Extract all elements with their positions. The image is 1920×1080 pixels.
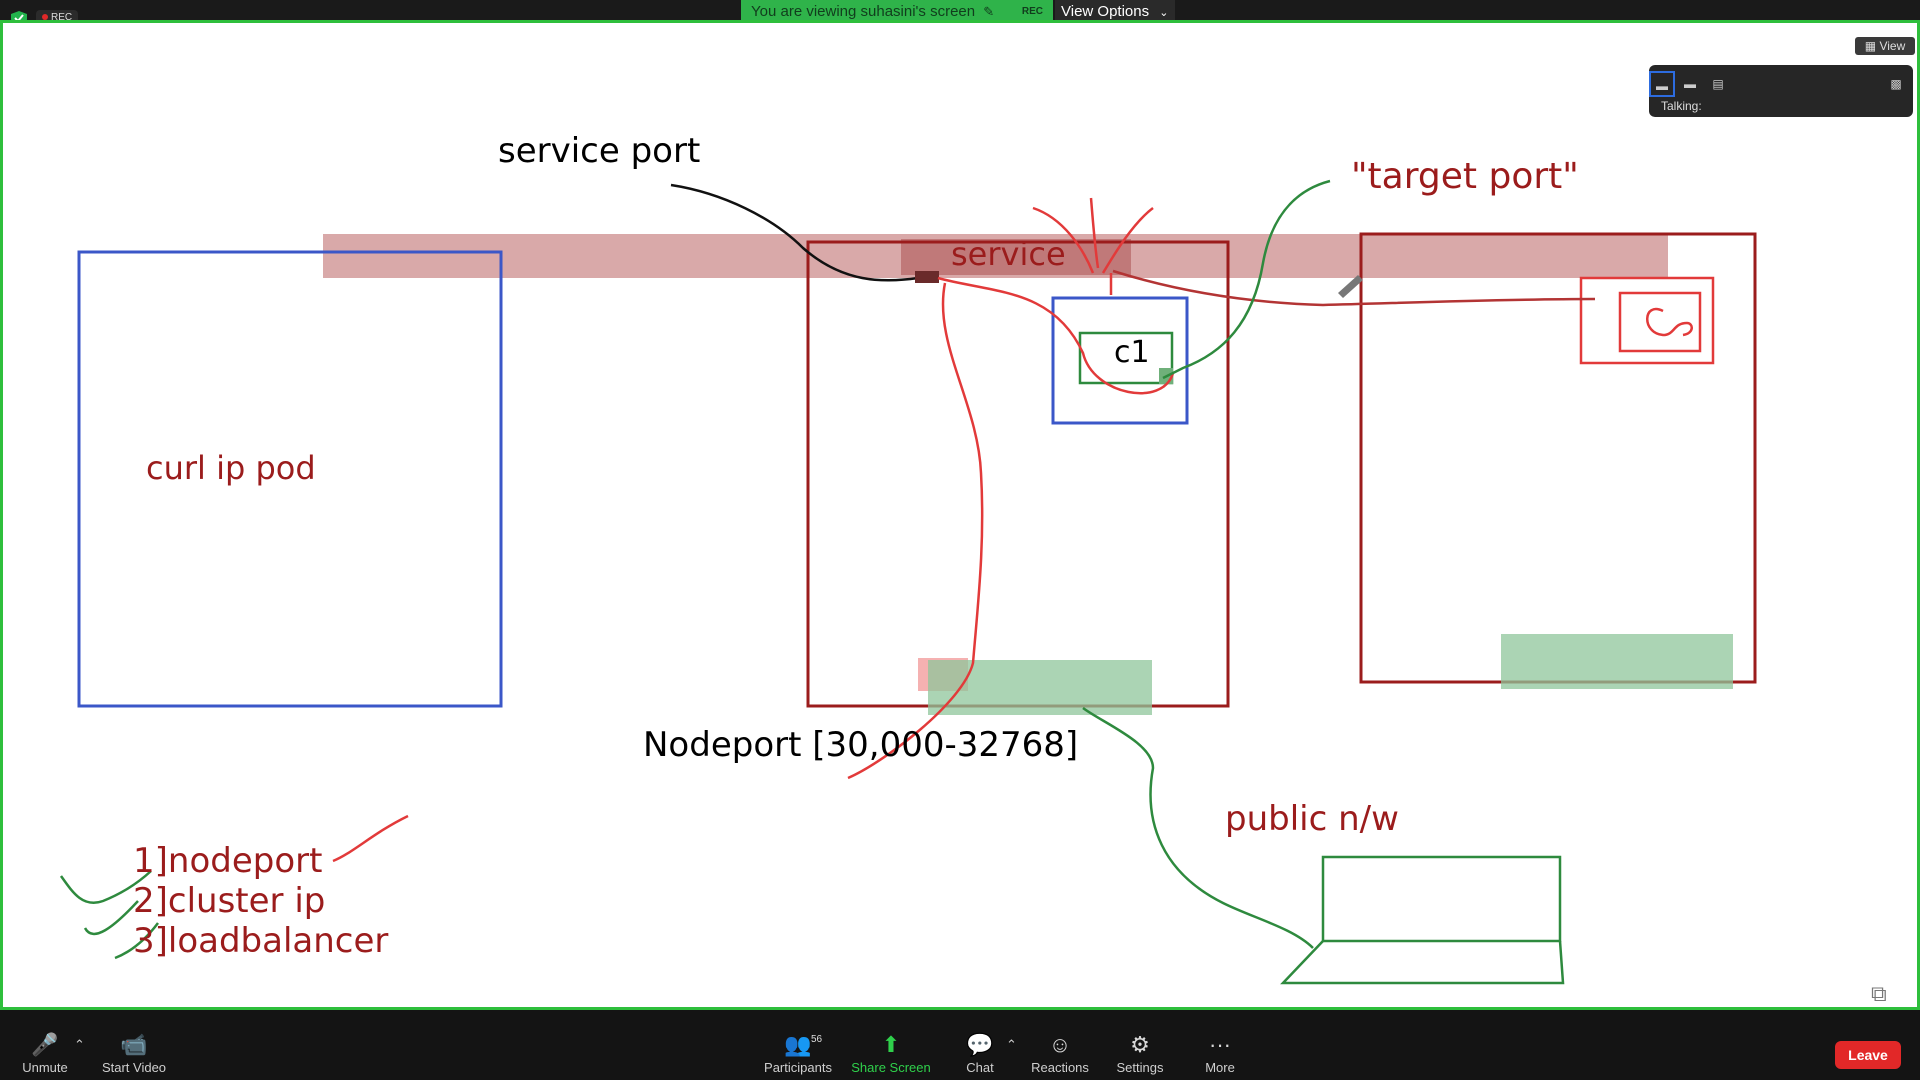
service-port-mark [915, 271, 939, 283]
more-button[interactable]: ··· More [1165, 1030, 1275, 1075]
participants-label: Participants [764, 1060, 832, 1075]
target-port-label: "target port" [1351, 156, 1579, 197]
more-label: More [1205, 1060, 1235, 1075]
right-container-scribble [1646, 307, 1693, 337]
chevron-down-icon: ⌄ [1159, 7, 1169, 19]
view-options-label: View Options [1061, 3, 1150, 20]
viewing-text: You are viewing suhasini's screen [751, 3, 976, 20]
more-icon: ··· [1209, 1032, 1231, 1057]
service-type-list-item-1: 1]nodeport [133, 841, 323, 881]
talking-label: Talking: [1661, 99, 1702, 113]
start-video-label: Start Video [101, 1060, 167, 1075]
leave-button[interactable]: Leave [1835, 1041, 1901, 1069]
service-port-label: service port [498, 131, 701, 171]
start-video-button[interactable]: 📹 Start Video [79, 1030, 189, 1075]
public-nw-label: public n/w [1225, 799, 1399, 839]
green-check-2 [83, 900, 139, 936]
settings-label: Settings [1116, 1060, 1164, 1075]
view-button[interactable]: ▦ View [1855, 37, 1915, 55]
pen-icon: ✎ [983, 4, 995, 19]
layout-pip-icon[interactable]: ▩ [1883, 71, 1909, 97]
unmute-label: Unmute [22, 1060, 68, 1075]
right-nodeport-highlight [1501, 634, 1733, 689]
chat-label: Chat [966, 1060, 994, 1075]
grid-icon: ▦ [1864, 39, 1877, 53]
layout-strip-icon[interactable]: ▤ [1705, 71, 1731, 97]
c1-label: c1 [1114, 335, 1150, 370]
view-label: View [1879, 39, 1906, 53]
reactions-label: Reactions [1031, 1060, 1089, 1075]
nodeport-label: Nodeport [30,000-32768] [643, 725, 1079, 765]
service-label: service [951, 235, 1066, 273]
laptop-screen [1321, 855, 1562, 943]
layout-minimized-icon[interactable]: ▬ [1649, 71, 1675, 97]
shared-screen: service port "target port" service c1 cu… [0, 20, 1920, 1010]
expand-icon[interactable]: ⧉ [1871, 981, 1887, 1007]
video-off-icon: 📹 [120, 1032, 148, 1057]
service-type-list-item-2: 2]cluster ip [133, 881, 326, 921]
talking-panel: ▬ ▬ ▤ ▩ Talking: [1649, 65, 1913, 117]
pen-cursor-icon [1338, 275, 1363, 298]
share-screen-label: Share Screen [851, 1060, 931, 1075]
middle-node-box [806, 240, 1230, 708]
service-type-list-item-3: 3]loadbalancer [133, 921, 389, 961]
red-check [332, 814, 409, 863]
laptop-base [1280, 940, 1565, 985]
layout-speaker-icon[interactable]: ▬ [1677, 71, 1703, 97]
participants-count: 56 [811, 1034, 823, 1045]
curl-label: curl ip pod [146, 449, 316, 487]
